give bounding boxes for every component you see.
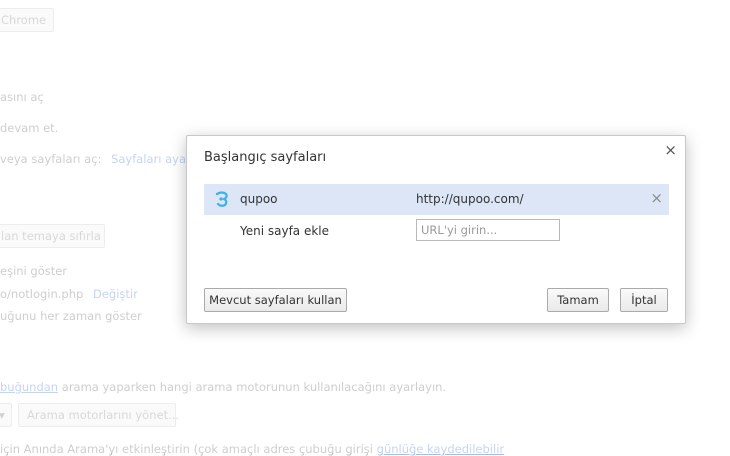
qupoo-favicon-icon <box>215 191 228 207</box>
page-name: qupoo <box>240 192 278 206</box>
startup-page-row[interactable]: qupoo http://qupoo.com/ × <box>204 184 669 215</box>
dialog-title: Başlangıç sayfaları <box>204 150 327 165</box>
cancel-button[interactable]: İptal <box>620 288 668 312</box>
add-page-label: Yeni sayfa ekle <box>240 224 330 238</box>
startup-pages-dialog: Başlangıç sayfaları × qupoo http://qupoo… <box>186 135 686 324</box>
page-url: http://qupoo.com/ <box>416 192 524 206</box>
remove-page-icon[interactable]: × <box>650 189 663 207</box>
close-icon[interactable]: × <box>664 142 677 158</box>
use-current-pages-button[interactable]: Mevcut sayfaları kullan <box>204 288 347 312</box>
add-page-row: Yeni sayfa ekle <box>204 216 669 247</box>
new-page-url-input[interactable] <box>416 219 560 241</box>
ok-button[interactable]: Tamam <box>547 288 609 312</box>
